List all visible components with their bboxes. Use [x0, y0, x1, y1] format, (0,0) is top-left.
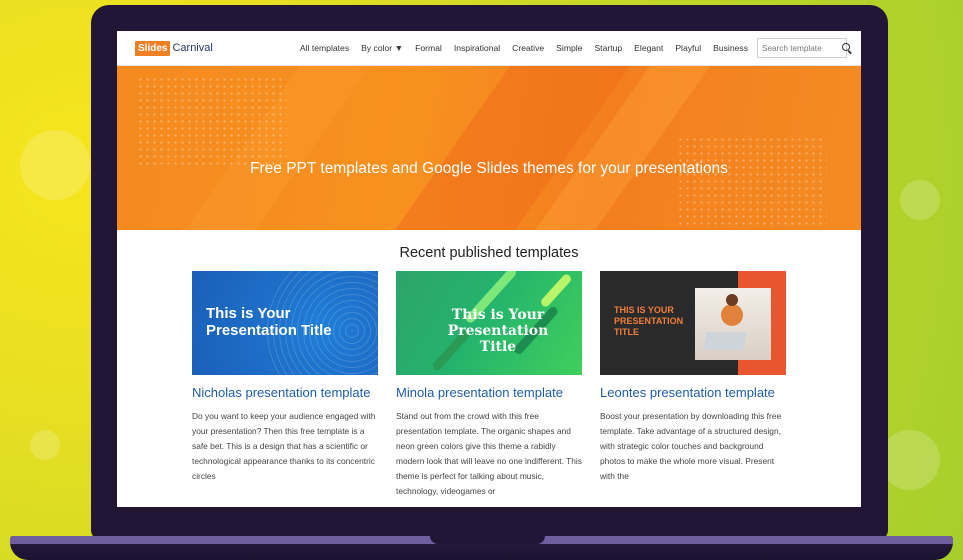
thumbnail-title: THIS IS YOUR PRESENTATION TITLE [614, 305, 684, 337]
template-title-link[interactable]: Minola presentation template [396, 385, 582, 401]
laptop-graphic [703, 332, 747, 350]
nav-elegant[interactable]: Elegant [634, 43, 663, 53]
logo-wordmark: Carnival [172, 42, 213, 54]
hero-dot-pattern [137, 76, 287, 166]
template-title-link[interactable]: Nicholas presentation template [192, 385, 378, 401]
thumbnail-title: This is Your Presentation Title [206, 305, 332, 339]
person-head-graphic [726, 294, 738, 306]
bokeh-circle [900, 180, 940, 220]
template-thumbnail[interactable]: This is Your Presentation Title [192, 271, 378, 375]
hero-banner: Free PPT templates and Google Slides the… [117, 66, 861, 230]
template-thumbnail[interactable]: THIS IS YOUR PRESENTATION TITLE [600, 271, 786, 375]
thumbnail-shape [539, 272, 573, 309]
template-description: Stand out from the crowd with this free … [396, 411, 582, 496]
nav-formal[interactable]: Formal [415, 43, 442, 53]
nav-startup[interactable]: Startup [594, 43, 622, 53]
laptop-base [10, 536, 953, 560]
nav-creative[interactable]: Creative [512, 43, 544, 53]
top-navbar: Slides Carnival All templates By color ▼… [117, 31, 861, 66]
template-card: THIS IS YOUR PRESENTATION TITLE Leontes … [600, 271, 786, 499]
template-title-link[interactable]: Leontes presentation template [600, 385, 786, 401]
search-box [757, 38, 850, 58]
main-menu: All templates By color ▼ Formal Inspirat… [288, 38, 850, 58]
caret-down-icon: ▼ [394, 43, 404, 53]
template-thumbnail[interactable]: This is Your Presentation Title [396, 271, 582, 375]
template-description: Do you want to keep your audience engage… [192, 411, 376, 481]
logo-mark: Slides [131, 40, 171, 56]
template-cards: This is Your Presentation Title Nicholas… [117, 271, 861, 499]
bokeh-circle [20, 130, 90, 200]
template-description: Boost your presentation by downloading t… [600, 411, 782, 481]
bokeh-circle [30, 430, 60, 460]
site-logo[interactable]: Slides Carnival [131, 40, 213, 56]
template-card: This is Your Presentation Title Nicholas… [192, 271, 378, 499]
thumbnail-photo [695, 288, 771, 360]
hero-dot-pattern [677, 136, 827, 226]
nav-playful[interactable]: Playful [675, 43, 701, 53]
nav-inspirational[interactable]: Inspirational [454, 43, 500, 53]
browser-screen: Slides Carnival All templates By color ▼… [117, 31, 861, 507]
recent-templates-heading: Recent published templates [399, 245, 579, 261]
nav-all-templates[interactable]: All templates [300, 43, 349, 53]
template-card: This is Your Presentation Title Minola p… [396, 271, 582, 499]
nav-business[interactable]: Business [713, 43, 748, 53]
person-graphic [721, 304, 743, 326]
laptop-notch [430, 536, 545, 544]
bokeh-circle [880, 430, 940, 490]
thumbnail-title: This is Your Presentation Title [447, 307, 549, 355]
nav-simple[interactable]: Simple [556, 43, 582, 53]
nav-by-color[interactable]: By color ▼ [361, 43, 403, 53]
hero-title: Free PPT templates and Google Slides the… [250, 160, 728, 177]
nav-by-color-label: By color [361, 43, 393, 53]
search-input[interactable] [762, 43, 830, 53]
